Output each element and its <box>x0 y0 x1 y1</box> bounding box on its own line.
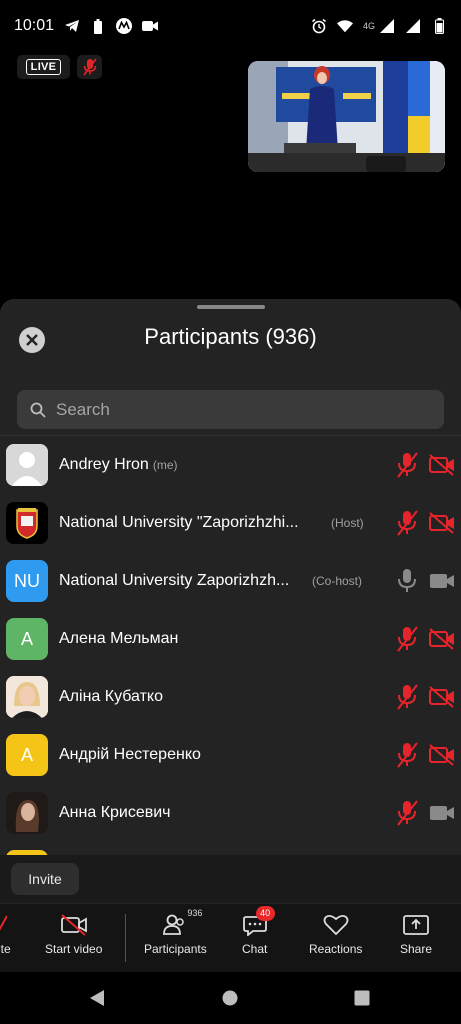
avatar <box>6 444 48 486</box>
participant-name: Аліна Кубатко <box>59 688 163 705</box>
invite-button[interactable]: Invite <box>11 863 79 895</box>
battery-icon <box>431 18 447 34</box>
mic-muted-icon <box>82 58 97 76</box>
live-badge[interactable]: LIVE <box>17 55 70 79</box>
mute-label: ute <box>0 942 11 956</box>
chat-label: Chat <box>242 942 268 956</box>
share-label: Share <box>400 942 433 956</box>
participant-list[interactable]: Andrey Hron (me) National University "Zap… <box>0 436 461 855</box>
motorola-icon <box>116 18 133 34</box>
camera-on-icon[interactable] <box>429 570 455 592</box>
share-icon <box>403 915 429 935</box>
home-icon[interactable] <box>222 990 238 1006</box>
camera-off-icon[interactable] <box>429 454 455 476</box>
camera-off-icon[interactable] <box>429 744 455 766</box>
participants-label: Participants <box>144 942 207 956</box>
search-icon <box>30 402 46 418</box>
participant-role: (Host) <box>331 516 364 530</box>
toolbar-separator <box>125 914 126 962</box>
participant-name: Андрій Нестеренко <box>59 746 201 763</box>
search-input[interactable]: Search <box>17 390 444 429</box>
participant-row[interactable]: Andrey Hron (me) <box>0 436 461 494</box>
heart-icon <box>323 914 349 936</box>
recents-icon[interactable] <box>354 990 370 1006</box>
meeting-toolbar: ute Start video 936 Participants 40 Chat… <box>0 904 461 972</box>
mic-on-icon[interactable] <box>396 568 418 594</box>
wifi-icon <box>336 18 353 34</box>
mic-muted-icon[interactable] <box>396 452 418 478</box>
participant-name: National University "Zaporizhzhi... <box>59 514 299 531</box>
mic-muted-icon[interactable] <box>396 510 418 536</box>
participant-row[interactable]: Анна Крисевич <box>0 784 461 842</box>
telegram-icon <box>64 18 80 34</box>
mic-muted-icon <box>0 915 8 932</box>
reactions-label: Reactions <box>309 942 363 956</box>
camera-off-icon[interactable] <box>429 686 455 708</box>
camera-off-icon[interactable] <box>429 628 455 650</box>
back-icon[interactable] <box>89 990 105 1006</box>
status-bar: 10:01 4G <box>0 0 461 52</box>
video-recording-icon <box>142 18 159 34</box>
avatar: A <box>6 734 48 776</box>
start-video-button[interactable]: Start video <box>45 912 102 956</box>
participant-role: (Co-host) <box>312 574 363 588</box>
clock: 10:01 <box>14 17 55 34</box>
participant-row[interactable]: A Алена Мельман <box>0 610 461 668</box>
system-nav-bar <box>0 972 461 1024</box>
mic-muted-icon[interactable] <box>396 684 418 710</box>
participant-name: National University Zaporizhzh... <box>59 572 290 589</box>
panel-title: Participants (936) <box>144 324 317 349</box>
chat-button[interactable]: 40 Chat <box>242 906 275 956</box>
signal-icon <box>379 18 395 34</box>
invite-bar: Invite <box>0 855 461 903</box>
participant-name: Анна Крисевич <box>59 804 171 821</box>
participants-button[interactable]: 936 Participants <box>144 908 207 956</box>
participants-icon <box>163 914 185 935</box>
battery-small-icon <box>90 18 106 34</box>
camera-off-icon[interactable] <box>429 512 455 534</box>
participant-name: Алена Мельман <box>59 630 179 647</box>
avatar-photo <box>6 792 48 834</box>
search-placeholder: Search <box>56 399 110 419</box>
drag-handle[interactable] <box>197 305 265 309</box>
signal-2-icon <box>405 18 421 34</box>
participants-count: 936 <box>187 908 203 918</box>
participant-row[interactable]: Аліна Кубатко <box>0 668 461 726</box>
alarm-icon <box>311 18 327 34</box>
chat-unread-badge: 40 <box>255 906 275 921</box>
participant-role: (me) <box>152 458 178 472</box>
self-mute-indicator <box>77 55 102 79</box>
video-off-icon <box>60 914 87 936</box>
mic-muted-icon[interactable] <box>396 742 418 768</box>
mic-muted-icon[interactable] <box>396 626 418 652</box>
participant-row[interactable]: NU National University Zaporizhzh... (Co… <box>0 552 461 610</box>
participant-row[interactable]: A Андрій Нестеренко <box>0 726 461 784</box>
reactions-button[interactable]: Reactions <box>309 912 362 956</box>
network-type: 4G <box>362 21 375 31</box>
share-button[interactable]: Share <box>400 912 432 956</box>
live-label: LIVE <box>25 59 62 75</box>
start-video-label: Start video <box>45 942 103 956</box>
participants-panel: Participants (936) Search Andrey Hron (me… <box>0 299 461 904</box>
participant-name: Andrey Hron (me) <box>59 456 178 473</box>
participant-row[interactable]: National University "Zaporizhzhi... (Hos… <box>0 494 461 552</box>
avatar: NU <box>6 560 48 602</box>
camera-on-icon[interactable] <box>429 802 455 824</box>
university-logo-avatar <box>6 502 48 544</box>
avatar: A <box>6 618 48 660</box>
active-speaker-video[interactable] <box>248 61 445 172</box>
mute-button[interactable]: ute <box>0 912 11 956</box>
mic-muted-icon[interactable] <box>396 800 418 826</box>
participant-row[interactable] <box>0 842 461 855</box>
avatar-photo <box>6 676 48 718</box>
